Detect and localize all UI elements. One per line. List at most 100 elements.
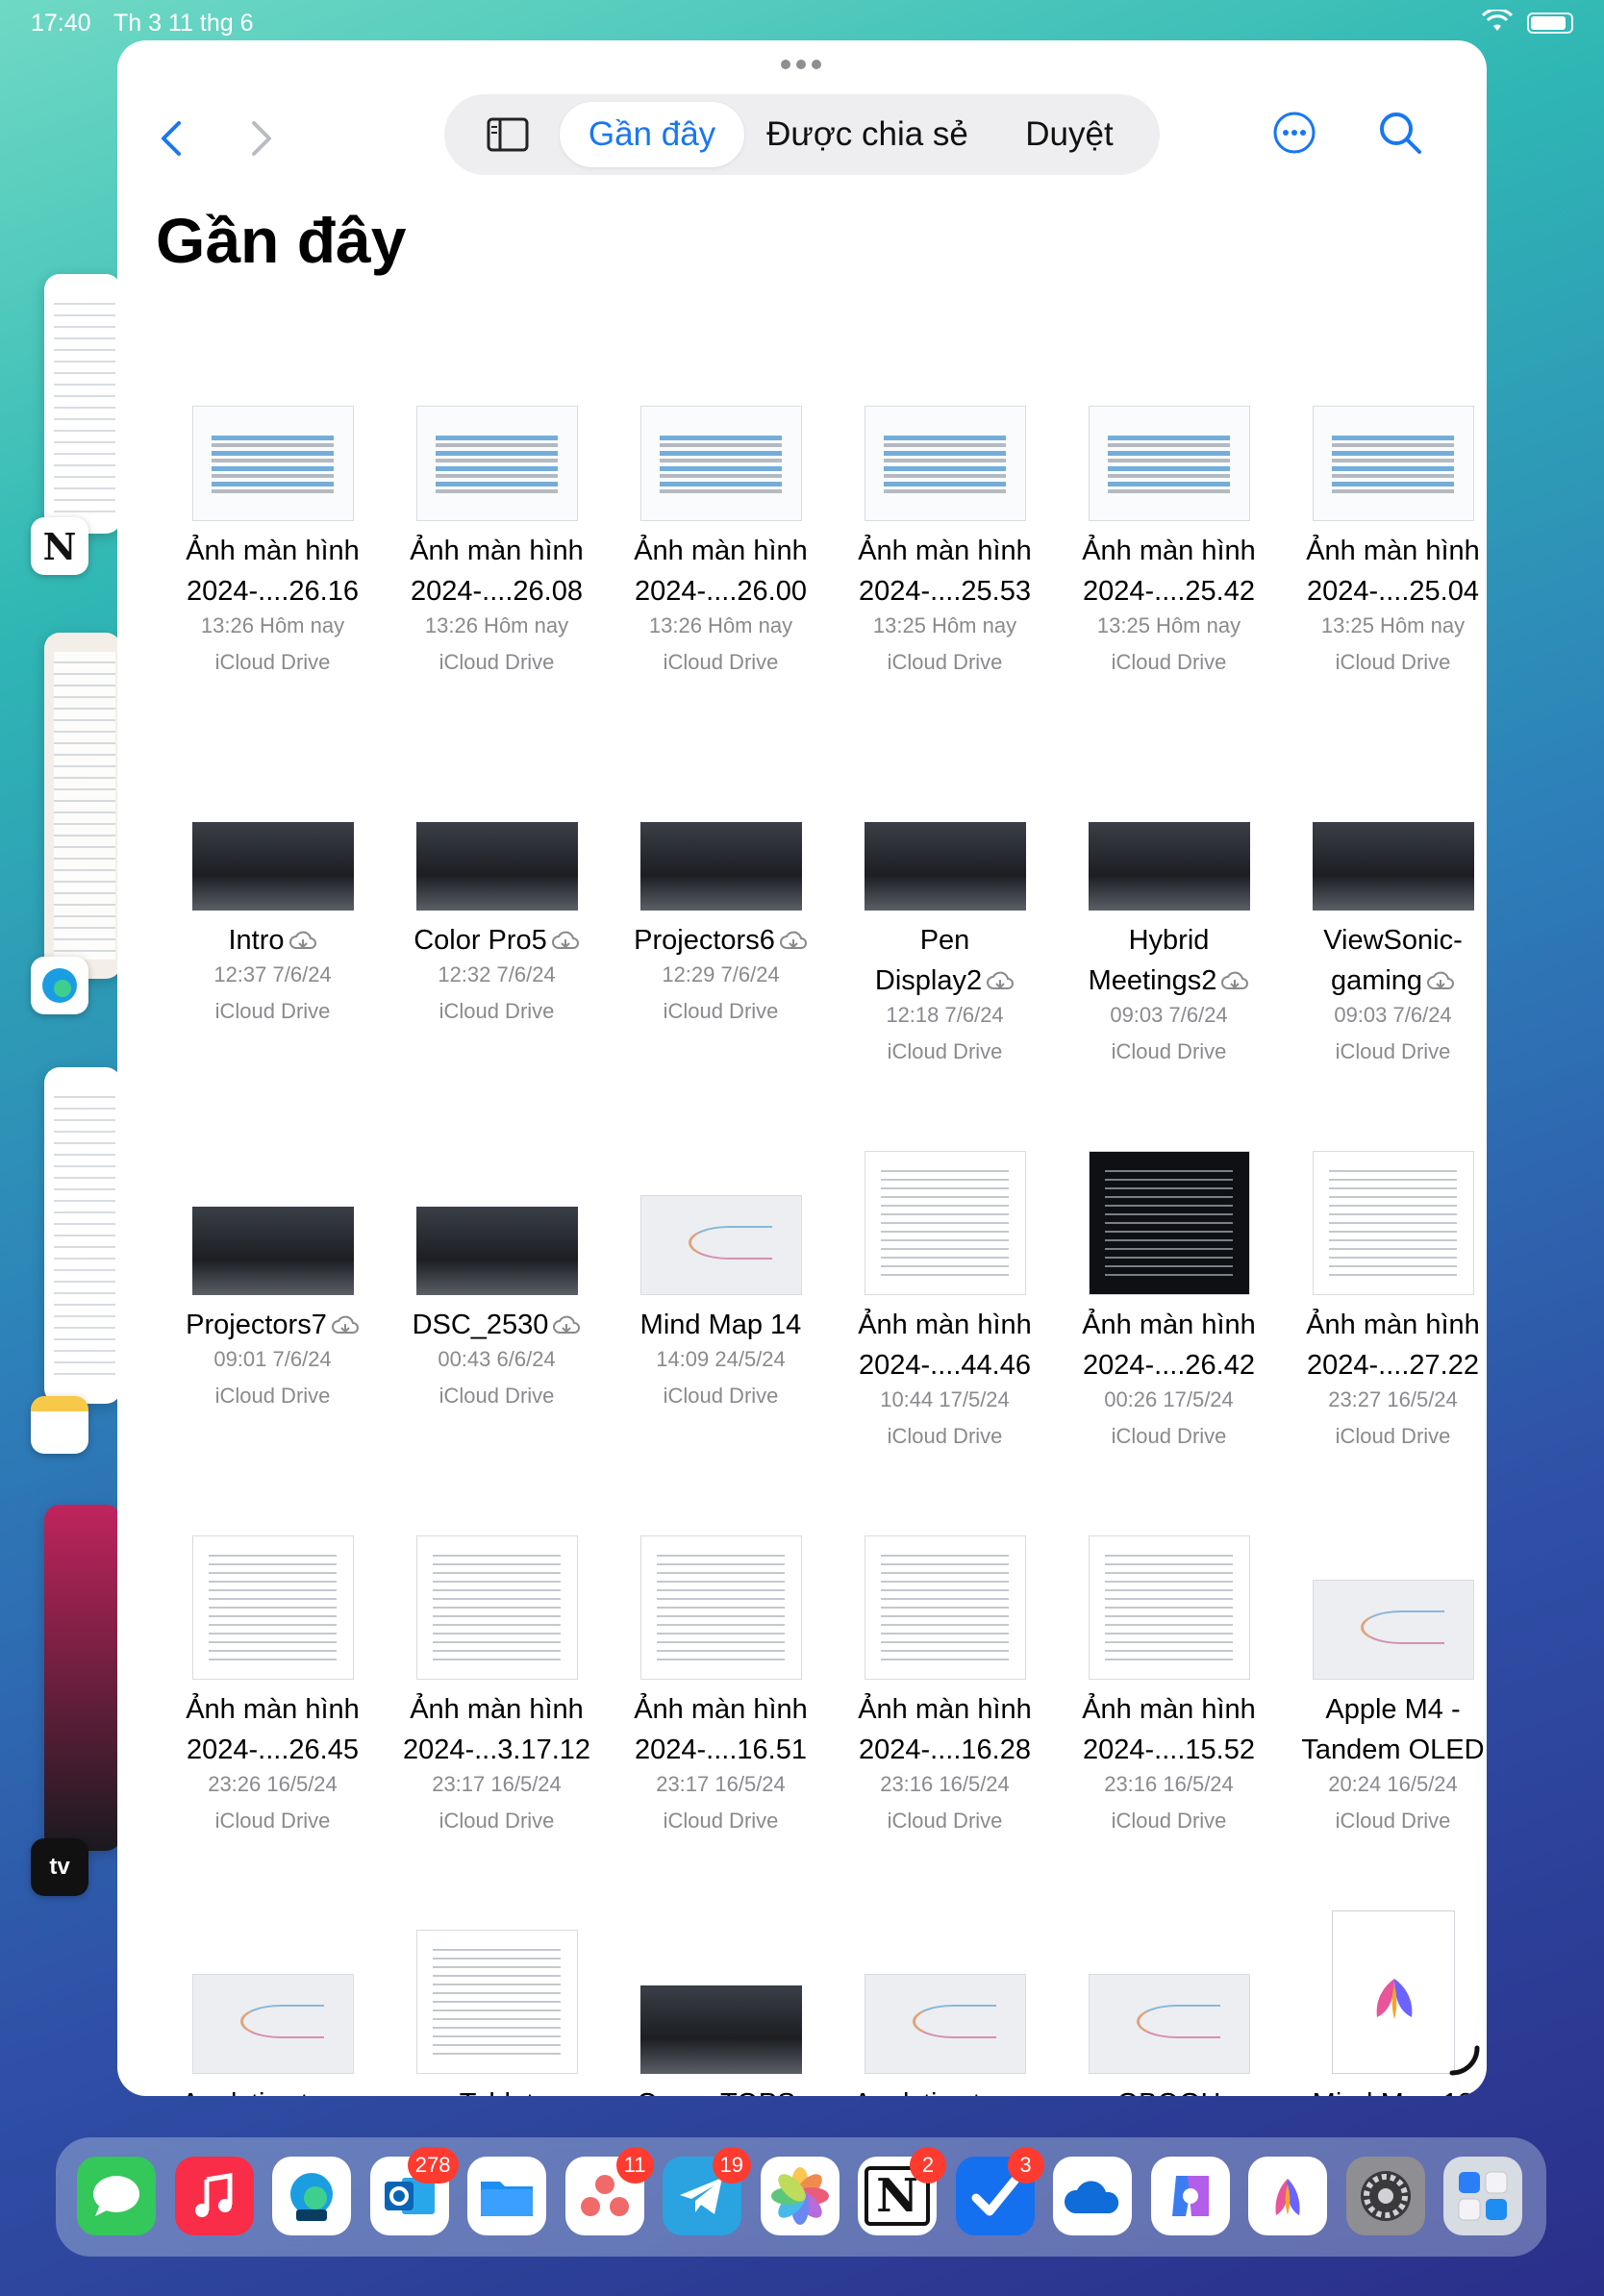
file-item[interactable]: Ảnh màn hình 2024-....25.42 13:25 Hôm nay i… <box>1057 401 1281 747</box>
files-icon[interactable] <box>467 2157 546 2235</box>
file-thumbnail[interactable] <box>639 822 802 911</box>
asana-icon[interactable]: 11 <box>564 2147 654 2235</box>
music-icon[interactable] <box>174 2157 254 2235</box>
tasks-icon[interactable]: 3 <box>955 2147 1044 2235</box>
file-thumbnail[interactable] <box>639 406 802 521</box>
file-name: Intro <box>161 920 385 961</box>
file-item[interactable]: Ảnh màn hình 2024-....15.52 23:16 16/5/24 i… <box>1057 1535 1281 1906</box>
file-name: Analytics trong <box>161 2084 385 2096</box>
file-name: Tablet <box>385 2084 609 2096</box>
file-thumbnail[interactable] <box>1312 406 1474 521</box>
file-thumbnail[interactable] <box>1088 822 1250 911</box>
file-item[interactable]: Ảnh màn hình 2024-...3.17.12 23:17 16/5/24… <box>385 1535 609 1906</box>
file-item[interactable]: Ảnh màn hình 2024-....26.08 13:26 Hôm nay i… <box>385 401 609 747</box>
file-thumbnail[interactable] <box>415 1535 578 1680</box>
file-item[interactable]: Analytics trongdigital...keting <box>161 1954 385 2096</box>
file-location: iCloud Drive <box>214 650 331 674</box>
file-thumbnail[interactable] <box>191 1207 354 1295</box>
file-item[interactable]: DSC_2530 00:43 6/6/24 iCloud Drive <box>385 1175 609 1521</box>
file-thumbnail[interactable] <box>415 822 578 911</box>
file-thumbnail[interactable] <box>864 822 1026 911</box>
file-thumbnail[interactable] <box>191 406 354 521</box>
file-name: Color Pro5 <box>385 920 609 961</box>
file-location: iCloud Drive <box>1335 650 1451 674</box>
file-thumbnail[interactable] <box>191 1974 354 2074</box>
file-name-line2: 2024-....27.22 <box>1307 1350 1479 1381</box>
file-thumbnail[interactable] <box>864 1974 1026 2074</box>
file-item[interactable]: Ảnh màn hình 2024-....16.28 23:16 16/5/24 i… <box>833 1535 1057 1906</box>
file-location: iCloud Drive <box>887 1809 1003 1833</box>
file-item[interactable]: Ảnh màn hình 2024-....26.00 13:26 Hôm nay i… <box>609 401 833 747</box>
file-thumbnail[interactable] <box>1312 1580 1474 1680</box>
file-name: Projectors6 <box>609 920 833 961</box>
background-app-window[interactable] <box>44 633 121 979</box>
file-thumbnail[interactable] <box>415 406 578 521</box>
file-thumbnail[interactable] <box>1088 1974 1250 2074</box>
file-thumbnail[interactable] <box>1088 1535 1250 1680</box>
telegram-icon[interactable]: 19 <box>663 2147 751 2235</box>
file-item[interactable]: Apple M4 - Tandem OLED 20:24 16/5/24 iCloud… <box>1281 1560 1487 1906</box>
file-thumbnail[interactable] <box>1331 1910 1455 2074</box>
file-thumbnail[interactable] <box>1088 406 1250 521</box>
onedrive-icon[interactable] <box>1053 2157 1132 2235</box>
file-item[interactable]: Cover-TOPS-la-gi-tinhte <box>609 1954 833 2096</box>
files-app-window: Gần đây Được chia sẻ Duyệt Gần đây Ảnh m… <box>117 40 1487 2096</box>
file-thumbnail[interactable] <box>191 1535 354 1680</box>
file-item[interactable]: ViewSonic-gaming 09:03 7/6/24 iCloud Drive <box>1281 790 1487 1136</box>
edge-beta-icon[interactable] <box>31 957 88 1014</box>
file-thumbnail[interactable] <box>864 406 1026 521</box>
file-thumbnail[interactable] <box>1312 1151 1474 1295</box>
background-app-window[interactable] <box>44 274 121 534</box>
file-thumbnail[interactable] <box>1088 1151 1250 1295</box>
file-modified-date: 09:03 7/6/24 <box>1110 1003 1228 1027</box>
copilot-icon[interactable] <box>1150 2157 1230 2235</box>
file-item[interactable]: Ảnh màn hình 2024-....27.22 23:27 16/5/24 i… <box>1281 1151 1487 1521</box>
file-item[interactable]: TabletShipm...202 <box>385 1930 609 2096</box>
outlook-icon[interactable]: 278 <box>369 2147 459 2235</box>
notion-icon[interactable]: N2 <box>858 2147 946 2235</box>
file-item[interactable]: Analytics trongdigital...keting <box>833 1954 1057 2096</box>
file-item[interactable]: Projectors6 12:29 7/6/24 iCloud Drive <box>609 790 833 1136</box>
edge-beta-icon[interactable] <box>272 2157 351 2235</box>
file-thumbnail[interactable] <box>191 822 354 911</box>
file-item[interactable]: Ảnh màn hình 2024-....25.04 13:25 Hôm nay i… <box>1281 401 1487 747</box>
file-thumbnail[interactable] <box>1312 822 1474 911</box>
notion-icon[interactable]: N <box>31 517 88 575</box>
file-item[interactable]: Ảnh màn hình 2024-....25.53 13:25 Hôm nay i… <box>833 401 1057 747</box>
apple-tv-icon[interactable]: tv <box>31 1838 88 1896</box>
resize-handle-icon[interactable] <box>1444 2040 1483 2079</box>
settings-icon[interactable] <box>1345 2157 1425 2235</box>
file-thumbnail[interactable] <box>415 1207 578 1295</box>
notes-icon[interactable] <box>31 1396 88 1454</box>
background-app-window[interactable] <box>44 1505 121 1851</box>
file-item[interactable]: Ảnh màn hình 2024-....16.51 23:17 16/5/24 i… <box>609 1535 833 1906</box>
background-app-window[interactable] <box>44 1067 121 1404</box>
file-thumbnail[interactable] <box>639 1985 802 2074</box>
file-item[interactable]: Color Pro5 12:32 7/6/24 iCloud Drive <box>385 790 609 1136</box>
file-modified-date: 09:03 7/6/24 <box>1334 1003 1452 1027</box>
mindnode-icon[interactable] <box>1248 2157 1327 2235</box>
file-item[interactable]: GBOGH22:05 13/4/24 <box>1057 1954 1281 2096</box>
file-thumbnail[interactable] <box>639 1535 802 1680</box>
file-location: iCloud Drive <box>887 1039 1003 1063</box>
file-modified-date: 13:26 Hôm nay <box>648 613 793 637</box>
file-location: iCloud Drive <box>1111 650 1227 674</box>
file-item[interactable]: Pen Display2 12:18 7/6/24 iCloud Drive <box>833 790 1057 1136</box>
file-item[interactable]: Hybrid Meetings2 09:03 7/6/24 iCloud Drive <box>1057 790 1281 1136</box>
file-thumbnail[interactable] <box>415 1930 578 2074</box>
file-item[interactable]: Ảnh màn hình 2024-....26.42 00:26 17/5/24 i… <box>1057 1151 1281 1521</box>
notification-badge: 2 <box>910 2147 946 2184</box>
file-item[interactable]: Ảnh màn hình 2024-....26.16 13:26 Hôm nay i… <box>161 401 385 747</box>
file-item[interactable]: Mind Map 14 14:09 24/5/24 iCloud Drive <box>609 1175 833 1521</box>
app-library-icon[interactable] <box>1443 2157 1522 2235</box>
file-item[interactable]: Ảnh màn hình 2024-....26.45 23:26 16/5/24 i… <box>161 1535 385 1906</box>
file-item[interactable]: Intro 12:37 7/6/24 iCloud Drive <box>161 790 385 1136</box>
file-item[interactable]: Projectors7 09:01 7/6/24 iCloud Drive <box>161 1175 385 1521</box>
file-thumbnail[interactable] <box>864 1535 1026 1680</box>
messages-icon[interactable] <box>77 2157 156 2235</box>
file-name-line2: 2024-....26.08 <box>411 576 583 607</box>
photos-icon[interactable] <box>760 2157 840 2235</box>
file-item[interactable]: Ảnh màn hình 2024-....44.46 10:44 17/5/24 i… <box>833 1151 1057 1521</box>
file-thumbnail[interactable] <box>864 1151 1026 1295</box>
file-thumbnail[interactable] <box>639 1195 802 1295</box>
